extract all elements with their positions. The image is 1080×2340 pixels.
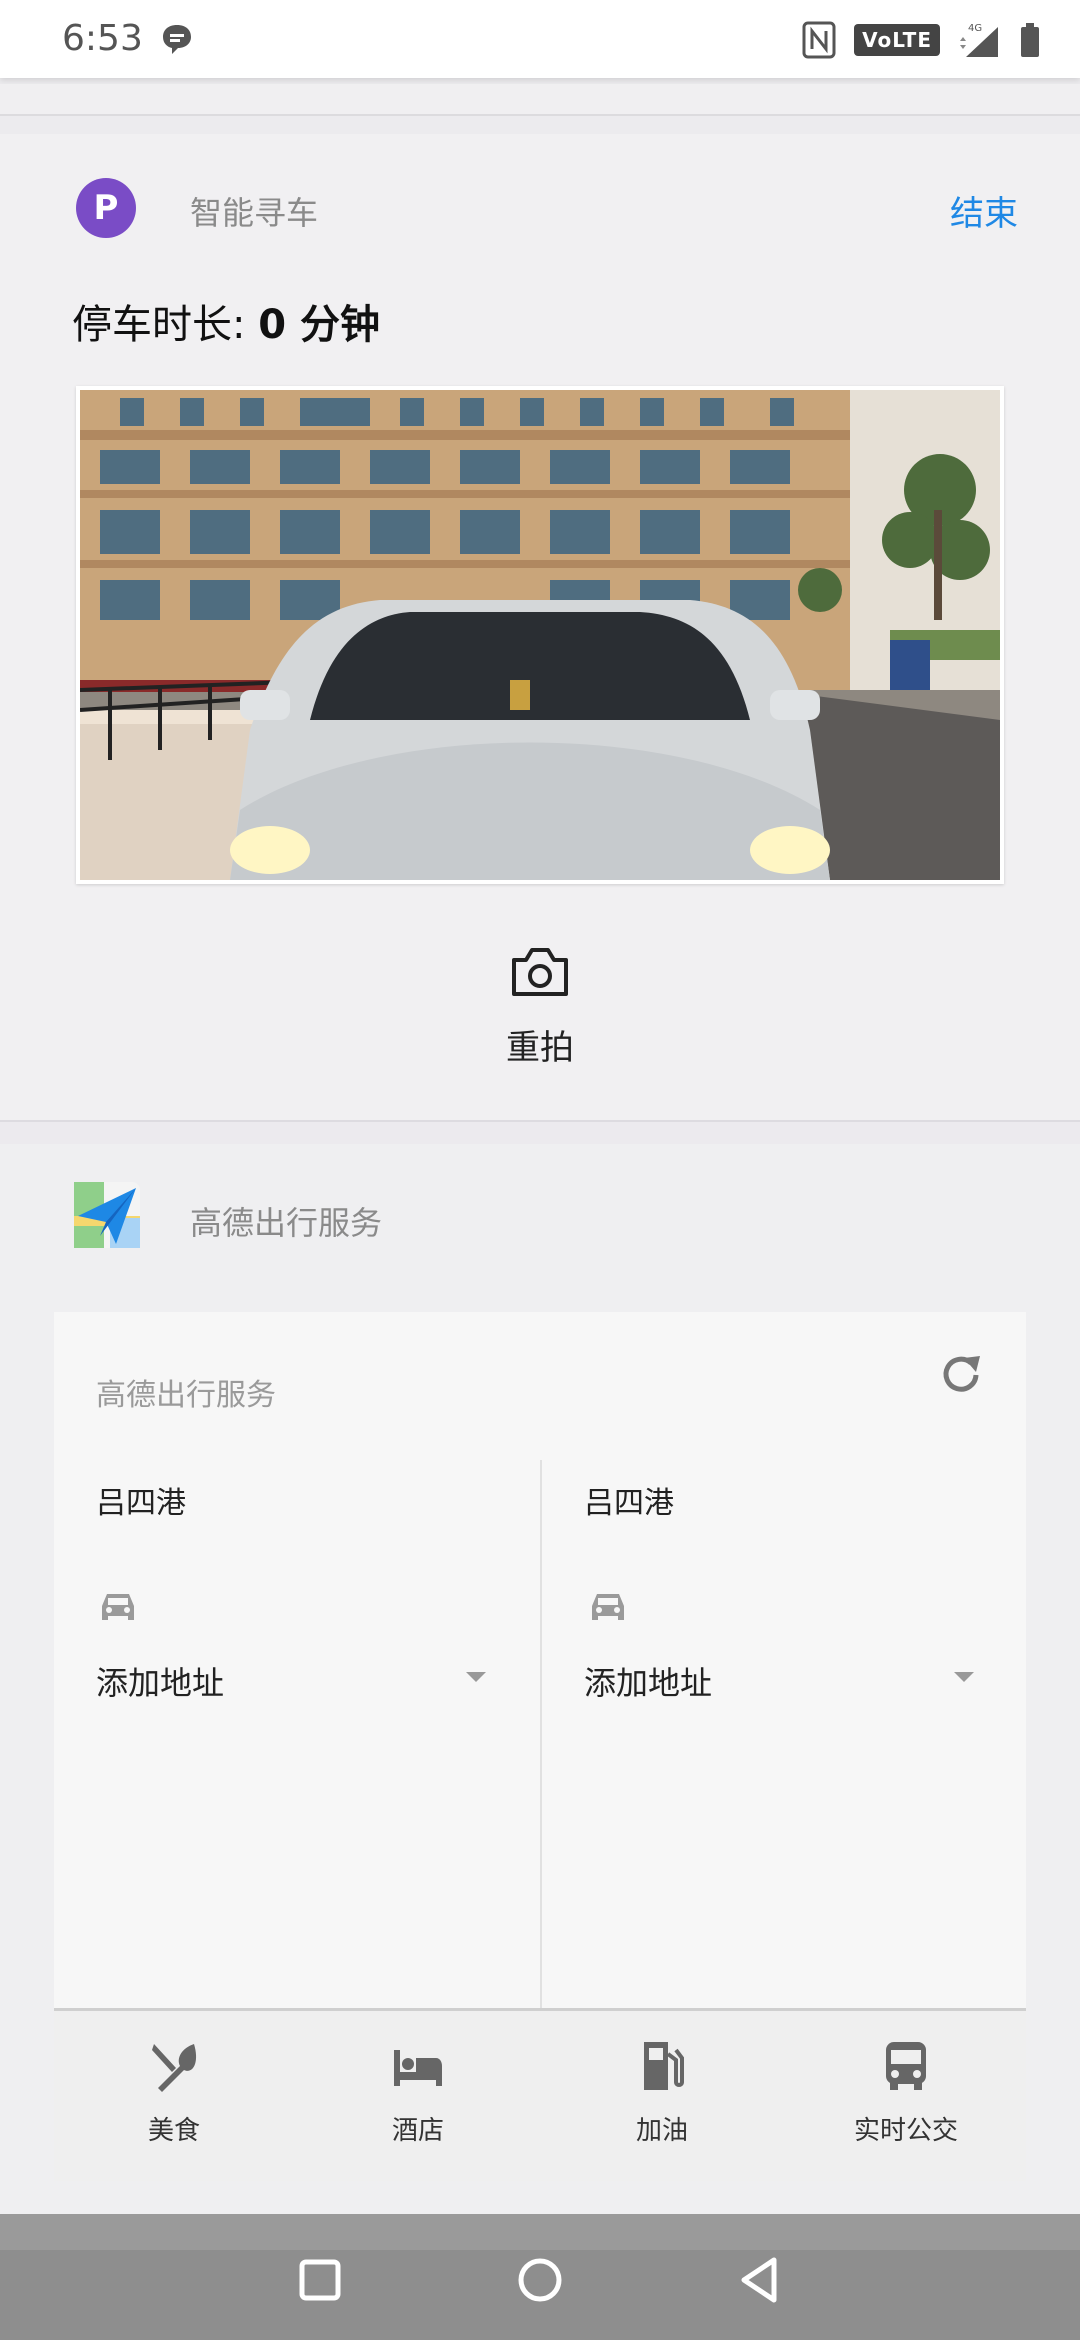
shortcut-gas[interactable]: 加油 bbox=[572, 2030, 752, 2170]
home-icon[interactable] bbox=[510, 2250, 570, 2310]
shortcut-label: 美食 bbox=[147, 2116, 200, 2146]
shortcut-label: 实时公交 bbox=[853, 2116, 958, 2146]
refresh-icon[interactable] bbox=[936, 1350, 986, 1400]
car-photo-image bbox=[80, 390, 1000, 880]
dropdown-arrow-icon[interactable] bbox=[466, 1672, 486, 1684]
hotel-icon bbox=[394, 2050, 442, 2086]
parking-duration: 停车时长: 0 分钟 bbox=[72, 292, 380, 350]
navigation-bar-top bbox=[0, 2214, 1080, 2250]
add-address-button[interactable]: 添加地址 bbox=[96, 1658, 224, 1704]
shortcut-bus[interactable]: 实时公交 bbox=[816, 2030, 996, 2170]
nfc-icon bbox=[802, 21, 836, 59]
bus-icon bbox=[886, 2042, 926, 2090]
panel-title: 高德出行服务 bbox=[96, 1378, 276, 1413]
recent-apps-icon[interactable] bbox=[290, 2250, 350, 2310]
location-name: 吕四港 bbox=[96, 1486, 186, 1521]
back-icon[interactable] bbox=[732, 2250, 792, 2310]
shortcut-label: 加油 bbox=[635, 2116, 688, 2146]
car-icon bbox=[592, 1594, 624, 1620]
dropdown-arrow-icon[interactable] bbox=[954, 1672, 974, 1684]
shortcut-food[interactable]: 美食 bbox=[84, 2030, 264, 2170]
add-address-button[interactable]: 添加地址 bbox=[584, 1658, 712, 1704]
status-time: 6:53 bbox=[62, 18, 143, 59]
status-icons: VoLTE 4G bbox=[802, 20, 1040, 60]
food-icon bbox=[152, 2044, 197, 2092]
retake-button[interactable]: 重拍 bbox=[0, 1020, 1080, 1069]
service-header-title: 高德出行服务 bbox=[190, 1204, 383, 1242]
battery-icon bbox=[1021, 23, 1039, 57]
parking-avatar: P bbox=[76, 178, 136, 238]
parking-title: 智能寻车 bbox=[190, 194, 319, 232]
section-divider bbox=[0, 1120, 1080, 1144]
message-notification-icon bbox=[163, 25, 191, 54]
top-divider bbox=[0, 84, 1080, 116]
shortcut-hotel[interactable]: 酒店 bbox=[328, 2030, 508, 2170]
signal-icon: 4G bbox=[960, 23, 998, 57]
volte-badge: VoLTE bbox=[854, 24, 940, 56]
location-name: 吕四港 bbox=[584, 1486, 674, 1521]
column-divider bbox=[540, 1460, 542, 2008]
shortcut-label: 酒店 bbox=[391, 2116, 444, 2146]
duration-value: 0 分钟 bbox=[258, 302, 380, 348]
amap-logo-icon bbox=[74, 1182, 140, 1248]
network-type: 4G bbox=[968, 23, 982, 34]
camera-icon[interactable] bbox=[510, 946, 570, 998]
parking-photo[interactable] bbox=[76, 386, 1004, 884]
duration-label: 停车时长: bbox=[72, 302, 259, 348]
end-button[interactable]: 结束 bbox=[950, 186, 1018, 235]
gas-station-icon bbox=[644, 2042, 684, 2090]
car-icon bbox=[102, 1594, 134, 1620]
